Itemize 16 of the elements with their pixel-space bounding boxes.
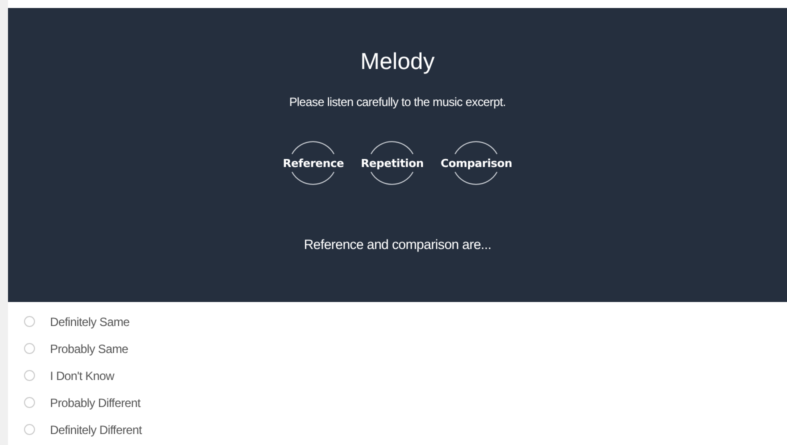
sound-button[interactable]: Repetition: [360, 134, 424, 192]
sound-button[interactable]: Reference: [282, 134, 344, 192]
answer-option[interactable]: Probably Same: [24, 335, 787, 362]
answer-option[interactable]: Definitely Same: [24, 308, 787, 335]
radio-button[interactable]: [24, 343, 35, 354]
sound-button[interactable]: Comparison: [440, 134, 512, 192]
radio-button[interactable]: [24, 424, 35, 435]
page-title: Melody: [360, 48, 435, 75]
radio-button[interactable]: [24, 397, 35, 408]
radio-button[interactable]: [24, 370, 35, 381]
question-text: Reference and comparison are...: [304, 237, 492, 252]
answer-option[interactable]: Probably Different: [24, 389, 787, 416]
radio-button[interactable]: [24, 316, 35, 327]
instruction-text: Please listen carefully to the music excerpt.: [289, 95, 506, 109]
answer-option[interactable]: I Don't Know: [24, 362, 787, 389]
answer-option[interactable]: Definitely Different: [24, 416, 787, 443]
